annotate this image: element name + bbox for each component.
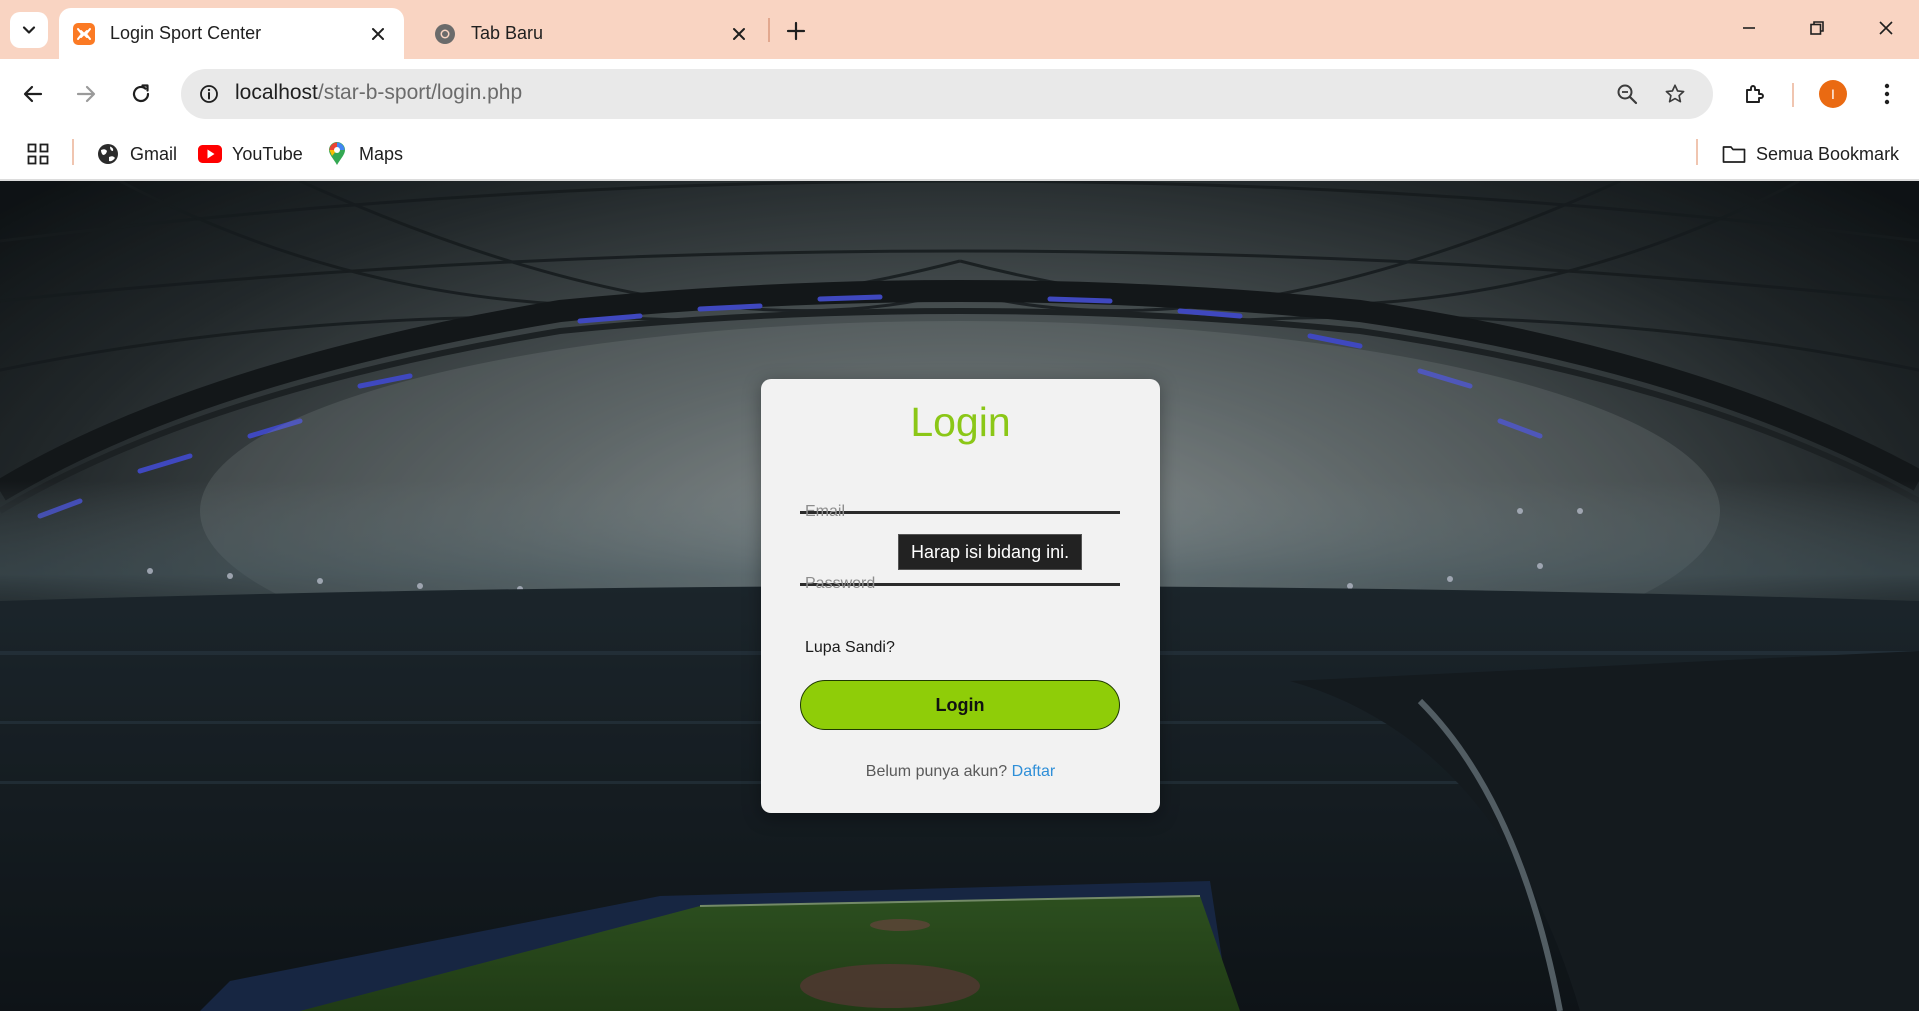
profile-button[interactable]: I [1813,74,1853,114]
register-prompt-line: Belum punya akun? Daftar [761,763,1160,781]
site-info-icon[interactable] [193,78,225,110]
plus-icon [786,21,806,41]
arrow-right-icon [76,85,96,103]
register-prompt-text: Belum punya akun? [865,763,1008,780]
folder-icon [1722,142,1746,166]
bookmark-star-icon[interactable] [1659,78,1691,110]
login-title: Login [910,399,1011,445]
tab-strip: Login Sport Center Tab Baru [0,0,1919,59]
close-tab-icon[interactable] [364,20,392,48]
restore-icon [1810,21,1824,35]
minimize-button[interactable] [1722,8,1776,48]
url-text: localhost/star-b-sport/login.php [235,81,522,105]
close-window-button[interactable] [1859,8,1913,48]
chevron-down-icon [22,26,36,34]
extensions-icon[interactable] [1734,74,1774,114]
close-icon [1879,21,1893,35]
email-placeholder: Email [805,503,846,520]
bookmark-label: YouTube [232,143,303,164]
all-bookmarks-button[interactable]: Semua Bookmark [1722,139,1899,169]
page-viewport: Login Email Password Harap isi bidang in… [0,181,1919,1011]
close-tab-icon[interactable] [725,20,753,48]
minimize-icon [1743,27,1755,29]
bookmark-divider [1696,139,1698,165]
bookmark-divider [72,139,74,165]
restore-button[interactable] [1790,8,1844,48]
youtube-icon [198,142,222,166]
avatar: I [1819,80,1847,108]
back-button[interactable] [13,74,53,114]
browser-toolbar: localhost/star-b-sport/login.php I [0,59,1919,129]
bookmark-label: Gmail [130,143,178,164]
browser-menu-button[interactable] [1867,74,1907,114]
login-button[interactable]: Login [800,680,1120,730]
reload-button[interactable] [121,74,161,114]
tab-search-button[interactable] [10,12,48,48]
bookmark-maps[interactable]: Maps [325,139,403,169]
bookmark-gmail[interactable]: Gmail [96,139,177,169]
tab-new-tab[interactable]: Tab Baru [420,8,765,59]
apps-button[interactable] [27,139,49,169]
more-vert-icon [1884,83,1890,105]
forward-button[interactable] [66,74,106,114]
bookmarks-bar: Gmail YouTube Maps Semua Bookmark [0,129,1919,181]
bookmark-label: Maps [359,143,404,164]
bookmark-youtube[interactable]: YouTube [198,139,303,169]
address-bar[interactable]: localhost/star-b-sport/login.php [181,69,1713,119]
tab-divider [768,18,770,42]
xampp-icon [72,22,96,46]
maps-pin-icon [325,142,349,166]
apps-grid-icon [27,143,49,165]
email-field[interactable] [800,471,1120,514]
tab-title: Login Sport Center [110,23,262,43]
tab-title: Tab Baru [471,23,544,43]
new-tab-button[interactable] [780,15,812,47]
toolbar-divider [1792,83,1794,107]
globe-icon [96,142,120,166]
chrome-icon [433,22,457,46]
register-link[interactable]: Daftar [1012,763,1056,780]
all-bookmarks-label: Semua Bookmark [1756,143,1900,164]
reload-icon [132,84,150,103]
login-card: Login Email Password Harap isi bidang in… [761,379,1160,813]
password-placeholder: Password [805,575,876,592]
url-path: /star-b-sport/login.php [317,81,523,104]
forgot-password-link[interactable]: Lupa Sandi? [805,639,895,657]
tab-login-sport-center[interactable]: Login Sport Center [59,8,404,59]
arrow-left-icon [23,85,43,103]
validation-tooltip: Harap isi bidang ini. [898,534,1083,570]
zoom-icon[interactable] [1611,78,1643,110]
url-host: localhost [235,81,318,104]
